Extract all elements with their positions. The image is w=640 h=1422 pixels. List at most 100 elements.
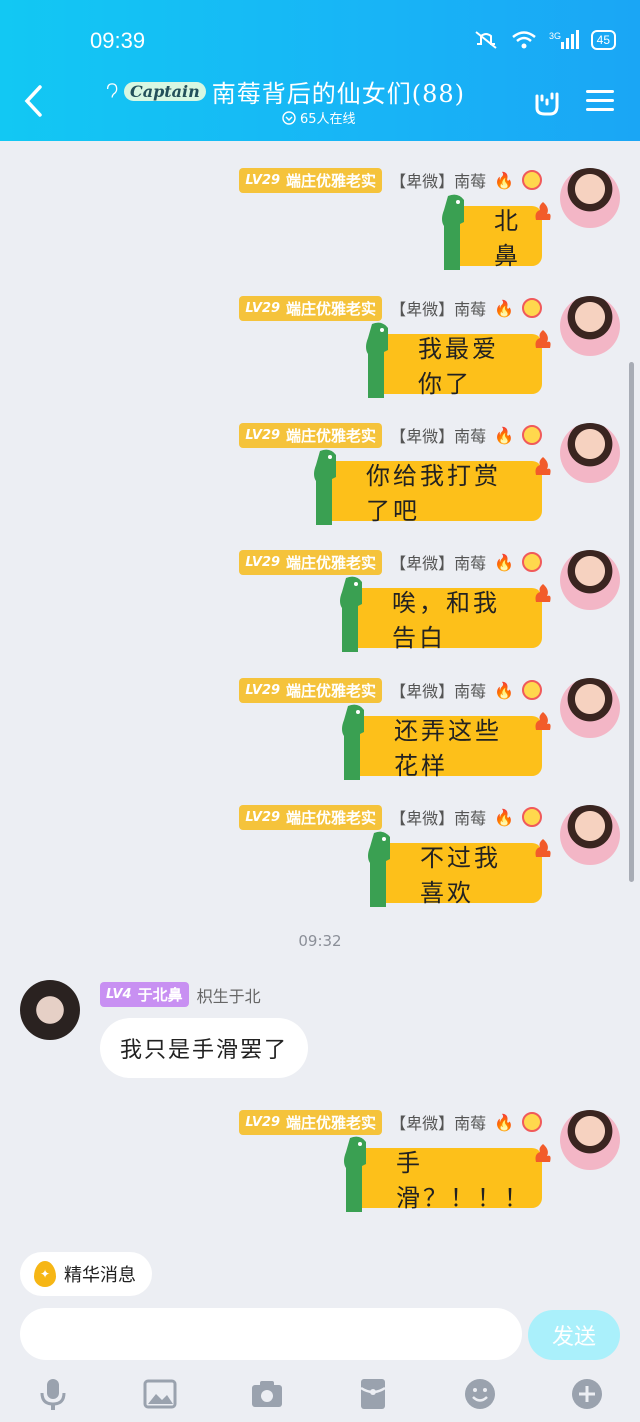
dinosaur-icon [368, 831, 390, 907]
sender-tag: 【卑微】南莓 [390, 1114, 487, 1133]
message-text: 我只是手滑罢了 [120, 1038, 289, 1063]
avatar[interactable] [560, 550, 620, 610]
avatar[interactable] [560, 1110, 620, 1170]
flame-icon [535, 839, 551, 857]
plus-icon[interactable] [569, 1376, 605, 1412]
fire-icon: 🔥 [494, 170, 514, 190]
featured-drop-icon: ✦ [34, 1261, 56, 1287]
sender-meta: LV29 端庄优雅老实 【卑微】南莓 🔥 [239, 167, 542, 193]
emoji-badge-icon [522, 1112, 542, 1132]
level-badge: LV29 端庄优雅老实 [239, 167, 383, 193]
status-time: 09:39 [90, 28, 146, 53]
emoji-badge-icon [522, 680, 542, 700]
message-bubble[interactable]: 北鼻 [442, 194, 551, 270]
sender-meta: LV29 端庄优雅老实 【卑微】南莓 🔥 [239, 549, 542, 575]
message-bubble[interactable]: 不过我喜欢 [368, 831, 551, 907]
status-icons: 3G 45 [473, 30, 616, 50]
featured-messages-button[interactable]: ✦ 精华消息 [20, 1252, 152, 1296]
sender-tag: 【卑微】南莓 [390, 172, 487, 191]
emoji-icon[interactable] [462, 1376, 498, 1412]
mic-icon[interactable] [35, 1376, 71, 1412]
avatar[interactable] [560, 678, 620, 738]
sender-meta: LV29 端庄优雅老实 【卑微】南莓 🔥 [239, 804, 542, 830]
ear-icon [106, 83, 118, 98]
fire-icon: 🔥 [494, 680, 514, 700]
level-badge: LV29 端庄优雅老实 [239, 295, 383, 321]
message-bubble[interactable]: 还弄这些花样 [342, 704, 551, 780]
emoji-badge-icon [522, 170, 542, 190]
group-name: 南莓背后的仙女们(88) [211, 79, 465, 108]
avatar[interactable] [560, 805, 620, 865]
dinosaur-icon [340, 576, 362, 652]
message-text: 唉，和我告白 [392, 589, 500, 652]
message-bubble[interactable]: 我最爱你了 [366, 322, 551, 398]
message-right: LV29 端庄优雅老实 【卑微】南莓 🔥 我最爱你了 [20, 295, 620, 416]
camera-icon[interactable] [249, 1376, 285, 1412]
online-count[interactable]: 65人在线 [282, 108, 356, 127]
flame-icon [535, 712, 551, 730]
message-bubble[interactable]: 你给我打赏了吧 [314, 449, 551, 525]
message-text: 你给我打赏了吧 [366, 462, 501, 525]
fire-icon: 🔥 [494, 298, 514, 318]
level-badge: LV29 端庄优雅老实 [239, 804, 383, 830]
sender-meta: LV29 端庄优雅老实 【卑微】南莓 🔥 [239, 295, 542, 321]
fire-icon: 🔥 [494, 425, 514, 445]
mute-icon [475, 31, 497, 49]
avatar[interactable] [560, 296, 620, 356]
sender-tag: 【卑微】南莓 [390, 300, 487, 319]
level-badge: LV29 端庄优雅老实 [239, 677, 383, 703]
dinosaur-icon [442, 194, 464, 270]
scrollbar[interactable] [629, 362, 634, 882]
emoji-badge-icon [522, 807, 542, 827]
message-bubble[interactable]: 手滑？！！！ [344, 1136, 551, 1212]
sender-name: 枳生于北 [196, 986, 261, 1006]
avatar[interactable] [560, 423, 620, 483]
fire-icon: 🔥 [494, 1112, 514, 1132]
signal-icon: 3G [549, 30, 579, 49]
rock-hand-icon[interactable] [532, 86, 562, 116]
message-right: LV29 端庄优雅老实 【卑微】南莓 🔥 唉，和我告白 [20, 549, 620, 670]
message-text: 不过我喜欢 [420, 844, 501, 907]
image-icon[interactable] [142, 1376, 178, 1412]
message-text: 还弄这些花样 [394, 717, 502, 780]
emoji-badge-icon [522, 298, 542, 318]
back-icon[interactable] [22, 84, 46, 118]
sender-meta: LV29 端庄优雅老实 【卑微】南莓 🔥 [239, 677, 542, 703]
flame-icon [535, 457, 551, 475]
message-right: LV29 端庄优雅老实 【卑微】南莓 🔥 北鼻 [20, 167, 620, 288]
level-badge: LV29 端庄优雅老实 [239, 1109, 383, 1135]
group-title[interactable]: Captain 南莓背后的仙女们(88) [105, 74, 465, 108]
network-type: 3G [549, 31, 561, 41]
input-toolbar [0, 1372, 640, 1416]
emoji-badge-icon [522, 552, 542, 572]
red-packet-icon[interactable] [355, 1376, 391, 1412]
menu-icon[interactable] [586, 88, 614, 114]
sender-meta: LV29 端庄优雅老实 【卑微】南莓 🔥 [239, 1109, 542, 1135]
wifi-icon [511, 31, 536, 49]
message-right: LV29 端庄优雅老实 【卑微】南莓 🔥 不过我喜欢 [20, 804, 620, 925]
sender-tag: 【卑微】南莓 [390, 682, 487, 701]
avatar[interactable] [20, 980, 80, 1040]
message-left: LV4 于北鼻 枳生于北 我只是手滑罢了 [20, 980, 420, 1090]
emoji-badge-icon [522, 425, 542, 445]
time-separator: 09:32 [298, 932, 342, 950]
message-right: LV29 端庄优雅老实 【卑微】南莓 🔥 手滑？！！！ [20, 1109, 620, 1230]
battery-indicator: 45 [590, 30, 616, 50]
sender-tag: 【卑微】南莓 [390, 809, 487, 828]
online-count-text: 65人在线 [300, 112, 356, 127]
dinosaur-icon [342, 704, 364, 780]
featured-label: 精华消息 [64, 1265, 136, 1286]
sender-tag: 【卑微】南莓 [390, 554, 487, 573]
message-text: 手滑？！！！ [396, 1149, 531, 1212]
dinosaur-icon [366, 322, 388, 398]
flame-icon [535, 1144, 551, 1162]
message-bubble[interactable]: 我只是手滑罢了 [100, 1018, 309, 1078]
group-logo: Captain [123, 81, 206, 101]
message-text: 我最爱你了 [418, 335, 499, 398]
level-badge: LV29 端庄优雅老实 [239, 422, 383, 448]
message-bubble[interactable]: 唉，和我告白 [340, 576, 551, 652]
message-input[interactable] [20, 1308, 522, 1360]
avatar[interactable] [560, 168, 620, 228]
level-badge: LV29 端庄优雅老实 [239, 549, 383, 575]
send-button[interactable]: 发送 [528, 1310, 620, 1360]
